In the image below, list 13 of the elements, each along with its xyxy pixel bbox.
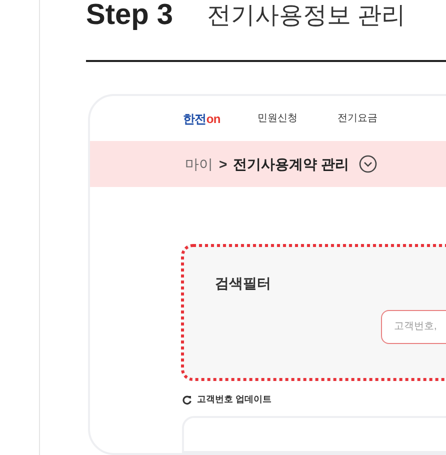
logo[interactable]: 한전on: [183, 110, 220, 128]
chevron-down-icon[interactable]: [359, 155, 378, 174]
step-title: 전기사용정보 관리: [207, 4, 406, 28]
nav-link[interactable]: 민원신청: [257, 111, 298, 126]
nav-link[interactable]: 전기요금: [337, 111, 378, 126]
update-link[interactable]: 고객번호 업데이트: [197, 392, 272, 406]
step-label: Step 3: [86, 1, 174, 30]
search-field[interactable]: 고객번호,: [381, 310, 446, 344]
breadcrumb-separator: >: [219, 154, 228, 174]
breadcrumb-current: 전기사용계약 관리: [233, 154, 350, 174]
filter-title: 검색필터: [215, 274, 272, 293]
refresh-icon[interactable]: [182, 394, 192, 405]
breadcrumb-parent[interactable]: 마이: [185, 154, 213, 175]
